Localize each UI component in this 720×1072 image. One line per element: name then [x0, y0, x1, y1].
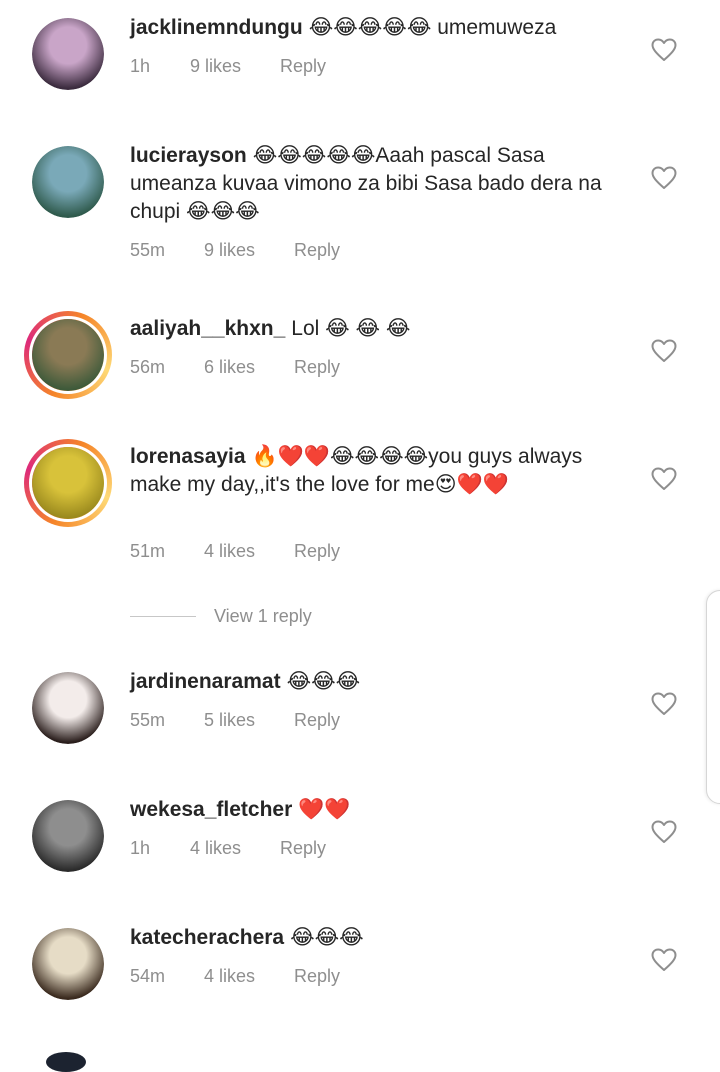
avatar[interactable]: [32, 928, 104, 1000]
heart-outline-icon[interactable]: [651, 467, 677, 491]
comment-likes-count[interactable]: 9 likes: [190, 56, 264, 77]
comment-body: 😂😂😂😂😂 umemuweza: [308, 16, 557, 39]
avatar[interactable]: [32, 146, 104, 218]
avatar[interactable]: [24, 439, 112, 527]
reply-button[interactable]: Reply: [294, 710, 340, 731]
heart-outline-icon[interactable]: [651, 820, 677, 844]
avatar[interactable]: [32, 18, 104, 90]
heart-outline-icon[interactable]: [651, 692, 677, 716]
heart-outline-icon[interactable]: [651, 339, 677, 363]
comment-timestamp: 56m: [130, 357, 166, 377]
comment-username[interactable]: katecherachera: [130, 926, 284, 949]
reply-button[interactable]: Reply: [280, 56, 326, 77]
comment-body: Lol 😂 😂 😂: [291, 317, 411, 340]
comment-text: wekesa_fletcher ❤️❤️: [130, 796, 620, 824]
comment-meta: 55m 5 likes Reply: [130, 710, 340, 731]
avatar-image: [32, 800, 104, 872]
view-replies-label: View 1 reply: [214, 605, 312, 626]
comment-timestamp: 1h: [130, 838, 151, 858]
avatar-image: [32, 672, 104, 744]
avatar-image: [32, 18, 104, 90]
comment-username[interactable]: lucierayson: [130, 144, 247, 167]
avatar[interactable]: [32, 672, 104, 744]
reply-button[interactable]: Reply: [280, 838, 326, 859]
comment-username[interactable]: lorenasayia: [130, 445, 246, 468]
comment-likes-count[interactable]: 4 likes: [204, 966, 278, 987]
view-replies-divider: [130, 615, 196, 617]
comment-body: ❤️❤️: [298, 798, 351, 821]
comment-likes-count[interactable]: 6 likes: [204, 357, 278, 378]
comment-likes-count[interactable]: 4 likes: [190, 838, 264, 859]
comment-likes-count[interactable]: 9 likes: [204, 240, 278, 261]
reply-button[interactable]: Reply: [294, 541, 340, 562]
reply-button[interactable]: Reply: [294, 240, 340, 261]
comment-timestamp: 55m: [130, 240, 166, 260]
comment-meta: 56m 6 likes Reply: [130, 357, 340, 378]
comment-meta: 55m 9 likes Reply: [130, 240, 340, 261]
comment-meta: 1h 4 likes Reply: [130, 838, 326, 859]
comment-username[interactable]: jardinenaramat: [130, 670, 281, 693]
heart-outline-icon[interactable]: [651, 38, 677, 62]
comment-username[interactable]: wekesa_fletcher: [130, 798, 292, 821]
comment-text: lorenasayia 🔥❤️❤️😂😂😂😂you guys always make…: [130, 443, 620, 499]
comment-likes-count[interactable]: 4 likes: [204, 541, 278, 562]
avatar[interactable]: [32, 800, 104, 872]
comment-timestamp: 1h: [130, 56, 151, 76]
avatar-image: [32, 146, 104, 218]
view-replies-button[interactable]: View 1 reply: [130, 603, 312, 629]
heart-outline-icon[interactable]: [651, 166, 677, 190]
comment-meta: 51m 4 likes Reply: [130, 541, 340, 562]
comment-text: jardinenaramat 😂😂😂: [130, 668, 620, 696]
comment-username[interactable]: jacklinemndungu: [130, 16, 303, 39]
comment-text: lucierayson 😂😂😂😂😂Aaah pascal Sasa umeanza…: [130, 142, 620, 226]
comment-text: aaliyah__khxn_ Lol 😂 😂 😂: [130, 315, 620, 343]
comment-username[interactable]: aaliyah__khxn_: [130, 317, 285, 340]
comment-meta: 54m 4 likes Reply: [130, 966, 340, 987]
comment-body: 😂😂😂: [290, 926, 364, 949]
avatar[interactable]: [46, 1052, 86, 1072]
comment-text: katecherachera 😂😂😂: [130, 924, 620, 952]
reply-button[interactable]: Reply: [294, 357, 340, 378]
avatar-image: [32, 319, 104, 391]
avatar-image: [32, 928, 104, 1000]
comment-timestamp: 55m: [130, 710, 166, 730]
comment-text: jacklinemndungu 😂😂😂😂😂 umemuweza: [130, 14, 620, 42]
side-panel-edge[interactable]: [706, 590, 720, 804]
comment-meta: 1h 9 likes Reply: [130, 56, 326, 77]
reply-button[interactable]: Reply: [294, 966, 340, 987]
heart-outline-icon[interactable]: [651, 948, 677, 972]
comment-likes-count[interactable]: 5 likes: [204, 710, 278, 731]
avatar[interactable]: [24, 311, 112, 399]
avatar-image: [32, 447, 104, 519]
comment-body: 😂😂😂: [286, 670, 361, 693]
comment-timestamp: 51m: [130, 541, 166, 561]
comment-timestamp: 54m: [130, 966, 166, 986]
